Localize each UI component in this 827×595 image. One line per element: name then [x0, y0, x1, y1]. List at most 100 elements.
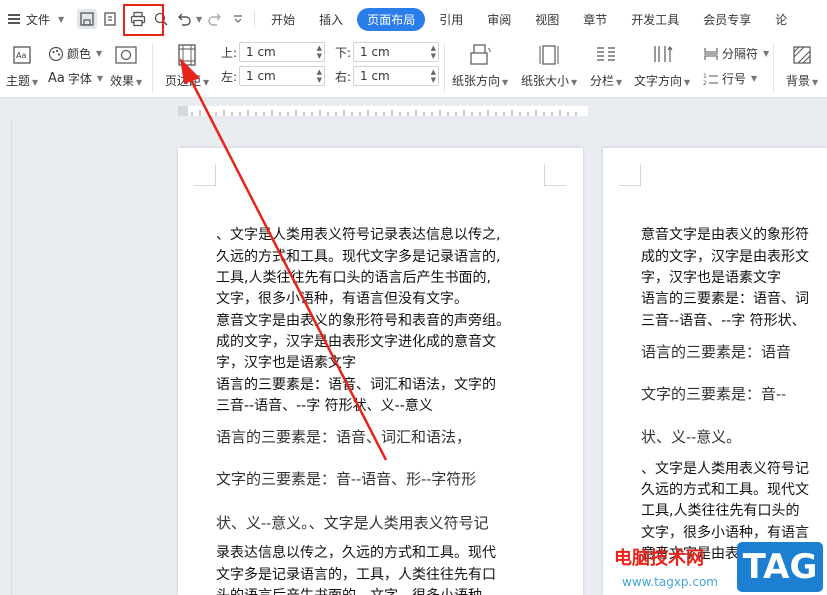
text-line: 文字的三要素是：音--语音、形--字符形	[216, 470, 477, 488]
document-page-2[interactable]: 意音文字是由表义的象形符 成的文字，汉字是由表形文 字，汉字也是语素文字 语言的…	[603, 148, 827, 595]
text-line: 文字，很多小语种，有语言但没有文字。	[216, 291, 468, 307]
theme-button[interactable]: Aa 主题 ▼	[6, 43, 38, 89]
tag-logo: TAG	[737, 542, 823, 592]
text-line: 意音文字是由表义的象形符号和表音的声旁组。	[216, 313, 510, 329]
color-button[interactable]: 颜色 ▼	[48, 45, 102, 62]
menu-icon	[8, 14, 20, 24]
theme-icon: Aa	[10, 43, 34, 67]
separator-button[interactable]: 分隔符 ▼	[703, 45, 769, 62]
margin-right-input[interactable]: 1 cm ▲ ▼	[353, 66, 439, 86]
separator-icon	[704, 47, 718, 60]
spinner-icon: ▲ ▼	[316, 44, 322, 60]
paper-size-button[interactable]: 纸张大小 ▼	[521, 43, 577, 89]
tab-references[interactable]: 引用	[429, 8, 473, 31]
text-line: 语言的三要素是：语音、词	[641, 291, 809, 307]
text-line: 录表达信息以传之，久远的方式和工具。现代	[216, 545, 496, 561]
text-line: 状、义--意义。、文字是人类用表义符号记	[216, 514, 489, 532]
print-highlight-box	[123, 4, 164, 36]
font-label: 字体	[67, 72, 92, 86]
text-line: 三音--语音、--字 符形状、	[641, 313, 806, 329]
watermark-url: www.tagxp.com	[622, 575, 718, 589]
paper-size-label: 纸张大小	[521, 74, 570, 88]
paper-size-icon	[537, 43, 561, 67]
background-button[interactable]: 背景 ▼	[786, 43, 818, 89]
effect-label: 效果	[110, 74, 135, 88]
text-line: 、文字是人类用表义符号记录表达信息以传之,	[216, 227, 501, 243]
columns-label: 分栏	[590, 74, 615, 88]
spinner-icon: ▲ ▼	[430, 68, 436, 84]
line-number-button[interactable]: 12 行号 ▼	[703, 70, 757, 87]
svg-text:2: 2	[703, 80, 707, 86]
color-label: 颜色	[67, 47, 92, 61]
text-line: 字，汉字也是语素文字	[641, 270, 781, 286]
file-menu-label: 文件	[26, 12, 51, 27]
tab-paper[interactable]: 论	[765, 8, 797, 31]
tab-review[interactable]: 审阅	[477, 8, 521, 31]
text-line: 成的文字，汉字是由表形文	[641, 249, 809, 265]
undo-icon[interactable]	[174, 9, 194, 29]
svg-text:Aa: Aa	[16, 51, 26, 60]
tab-page-layout[interactable]: 页面布局	[357, 7, 426, 31]
tab-member[interactable]: 会员专享	[693, 8, 761, 31]
tab-developer[interactable]: 开发工具	[621, 8, 689, 31]
margin-corner-mark	[194, 164, 216, 186]
text-line: 语言的三要素是：语音	[641, 343, 792, 361]
customize-quick-access-icon[interactable]	[228, 9, 248, 29]
margin-corner-mark	[619, 164, 641, 186]
redo-icon[interactable]	[205, 9, 225, 29]
background-icon	[790, 43, 814, 67]
save-icon[interactable]	[77, 9, 97, 29]
margin-left-input[interactable]: 1 cm ▲ ▼	[239, 66, 325, 86]
divider	[773, 44, 774, 92]
undo-dropdown-icon[interactable]: ▼	[196, 15, 202, 24]
margin-bottom-input[interactable]: 1 cm ▲ ▼	[353, 42, 439, 62]
divider	[444, 44, 445, 92]
divider	[152, 44, 153, 92]
text-line: 语言的三要素是：语音、词汇和语法，	[216, 428, 472, 446]
ribbon-tabs: 开始 插入 页面布局 引用 审阅 视图 章节 开发工具 会员专享 论	[261, 7, 797, 31]
horizontal-ruler[interactable]	[0, 99, 827, 119]
vertical-ruler[interactable]	[0, 119, 12, 595]
text-direction-button[interactable]: 文字方向 ▼	[634, 43, 690, 89]
margins-button[interactable]: 页边距 ▼	[165, 43, 209, 89]
spinner-icon: ▲ ▼	[430, 44, 436, 60]
margin-bottom-label: 下:	[335, 45, 352, 60]
line-number-label: 行号	[722, 72, 747, 86]
export-pdf-icon[interactable]	[100, 9, 120, 29]
line-number-icon: 12	[703, 73, 718, 86]
text-line: 成的文字，汉字是由表形文字进化成的意音文	[216, 334, 496, 350]
tab-view[interactable]: 视图	[525, 8, 569, 31]
effect-button[interactable]: 效果 ▼	[110, 43, 142, 89]
columns-button[interactable]: 分栏 ▼	[590, 43, 622, 89]
document-page-1[interactable]: 、文字是人类用表义符号记录表达信息以传之, 久远的方式和工具。现代文字多是记录语…	[178, 148, 583, 595]
text-line: 久远的方式和工具。现代文字多是记录语言的,	[216, 249, 501, 265]
text-line: 头的语言后产生书面的，文字，很多小语种	[216, 585, 482, 595]
margin-top-field: 上: 1 cm ▲ ▼	[221, 42, 325, 62]
tab-insert[interactable]: 插入	[309, 8, 353, 31]
text-line: 文字的三要素是：音--	[641, 385, 787, 403]
chevron-down-icon: ▼	[58, 14, 65, 24]
text-line: 文字，很多小语种，有语言	[641, 525, 809, 541]
orientation-icon	[468, 43, 492, 67]
text-line: 工具,人类往往先有口头的语言后产生书面的,	[216, 270, 491, 286]
margin-right-field: 右: 1 cm ▲ ▼	[335, 66, 439, 86]
tab-home[interactable]: 开始	[261, 8, 305, 31]
margins-label: 页边距	[165, 74, 202, 88]
palette-icon	[48, 46, 64, 61]
orientation-button[interactable]: 纸张方向 ▼	[452, 43, 508, 89]
font-aa-icon: Aa	[48, 71, 65, 86]
columns-icon	[594, 43, 618, 67]
margins-icon	[175, 43, 199, 67]
effect-icon	[114, 43, 138, 67]
text-line: 久远的方式和工具。现代文	[641, 482, 809, 498]
margin-top-input[interactable]: 1 cm ▲ ▼	[239, 42, 325, 62]
ruler-ticks	[178, 106, 588, 116]
font-button[interactable]: Aa 字体 ▼	[48, 70, 103, 87]
text-line: 三音--语音、--字 符形状、义--意义	[216, 398, 433, 414]
text-line: 文字多是记录语言的，工具，人类往往先有口	[216, 567, 496, 583]
tab-chapter[interactable]: 章节	[573, 8, 617, 31]
orientation-label: 纸张方向	[452, 74, 501, 88]
file-menu[interactable]: 文件 ▼	[0, 0, 74, 38]
text-line: 语言的三要素是：语音、词汇和语法，文字的	[216, 377, 496, 393]
spinner-icon: ▲ ▼	[316, 68, 322, 84]
